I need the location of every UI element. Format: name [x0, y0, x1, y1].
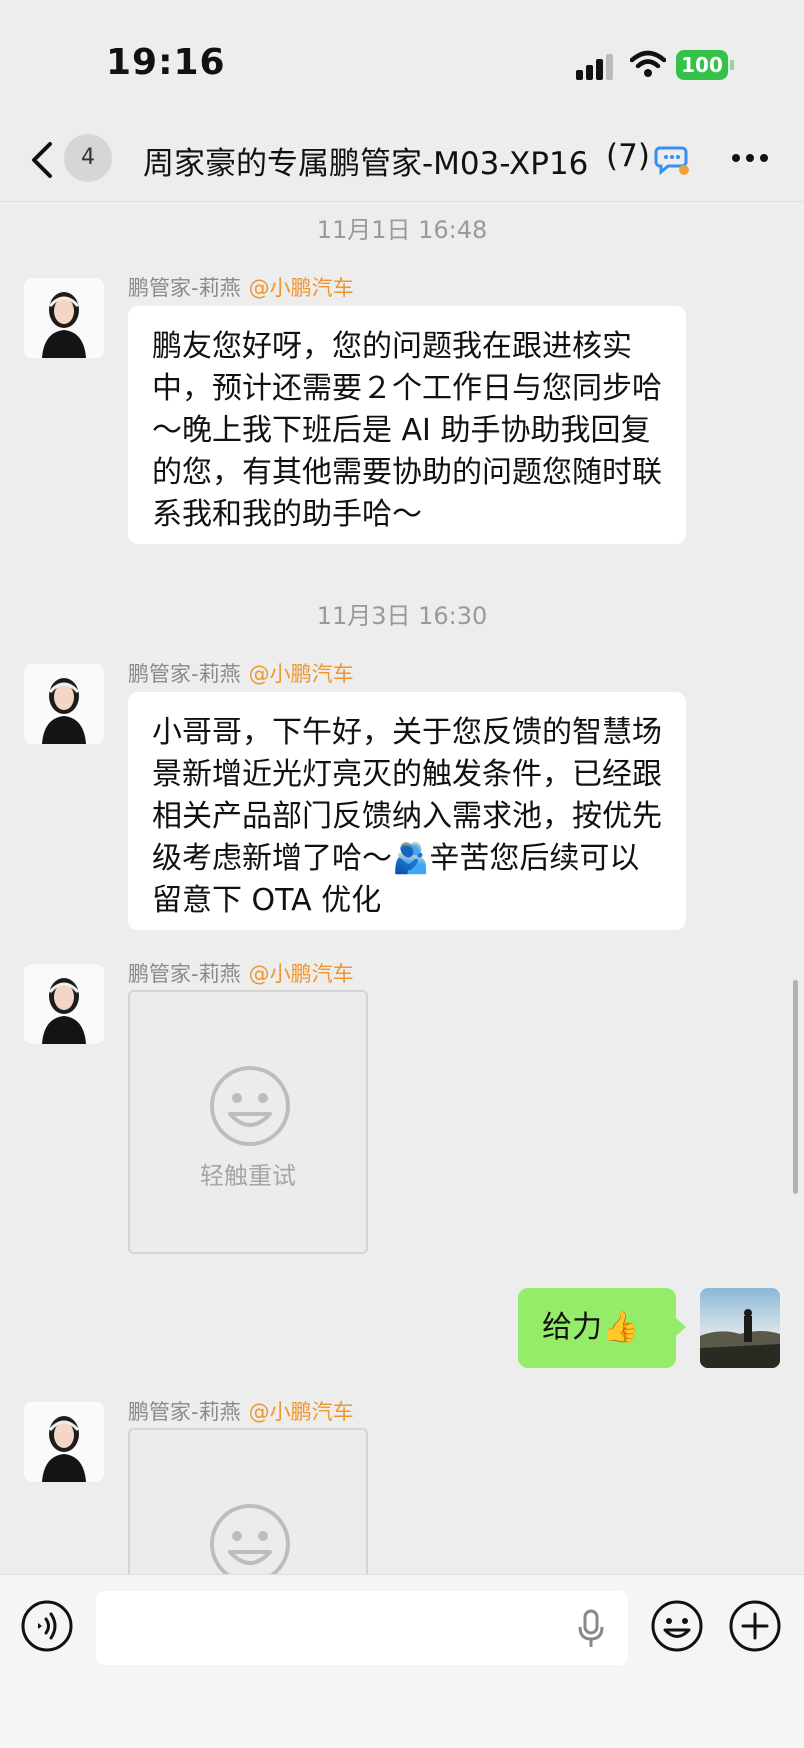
sender-label: 鹏管家-莉燕 @小鹏汽车 [128, 658, 354, 688]
status-time: 19:16 [106, 42, 226, 83]
wifi-icon [630, 50, 666, 77]
avatar[interactable] [24, 1402, 104, 1482]
avatar[interactable] [24, 664, 104, 744]
avatar[interactable] [24, 278, 104, 358]
sender-label: 鹏管家-莉燕 @小鹏汽车 [128, 958, 354, 988]
battery-level: 100 [676, 50, 728, 80]
sender-org: @小鹏汽车 [248, 962, 354, 986]
signal-icon [576, 54, 613, 80]
my-bubble-tail [676, 1318, 686, 1336]
battery-indicator: 100 [676, 50, 734, 80]
unread-count-badge[interactable]: 4 [64, 134, 112, 182]
sender-label: 鹏管家-莉燕 @小鹏汽车 [128, 1396, 354, 1426]
status-bar: 19:16 100 [0, 0, 804, 120]
back-icon[interactable] [28, 138, 56, 182]
sender-name: 鹏管家-莉燕 [128, 962, 241, 986]
sender-org: @小鹏汽车 [248, 662, 354, 686]
sender-name: 鹏管家-莉燕 [128, 276, 241, 300]
my-avatar[interactable] [700, 1288, 780, 1368]
mic-icon[interactable] [576, 1609, 606, 1649]
retry-label: 轻触重试 [200, 1162, 296, 1190]
sender-label: 鹏管家-莉燕 @小鹏汽车 [128, 272, 354, 302]
more-icon[interactable] [730, 152, 770, 164]
scrollbar[interactable] [793, 980, 798, 1194]
avatar[interactable] [24, 964, 104, 1044]
sender-org: @小鹏汽车 [248, 276, 354, 300]
image-retry-placeholder[interactable]: 轻触重试 [128, 990, 368, 1254]
chat-title: 周家豪的专属鹏管家-M03-XP16 [143, 146, 589, 182]
message-input[interactable] [96, 1591, 628, 1665]
timestamp: 11月1日 16:48 [316, 216, 488, 244]
ai-chat-icon[interactable] [654, 140, 692, 178]
timestamp: 11月3日 16:30 [316, 602, 488, 630]
message-bubble[interactable]: 小哥哥，下午好，关于您反馈的智慧场景新增近光灯亮灭的触发条件，已经跟相关产品部门… [128, 692, 686, 930]
chat-screen: 19:16 100 4 周家豪的专属鹏管家-M03-XP16 (7) 11月1日… [0, 0, 804, 1748]
sender-name: 鹏管家-莉燕 [128, 662, 241, 686]
my-message-bubble[interactable]: 给力👍 [518, 1288, 676, 1368]
emoji-icon[interactable] [650, 1599, 704, 1653]
plus-icon[interactable] [728, 1599, 782, 1653]
voice-icon[interactable] [20, 1599, 74, 1653]
input-bar [0, 1574, 804, 1748]
smiley-icon [210, 1066, 290, 1146]
message-bubble[interactable]: 鹏友您好呀，您的问题我在跟进核实中，预计还需要２个工作日与您同步哈～晚上我下班后… [128, 306, 686, 544]
battery-tip [730, 60, 734, 70]
sender-org: @小鹏汽车 [248, 1400, 354, 1424]
member-count: (7) [606, 138, 650, 174]
sender-name: 鹏管家-莉燕 [128, 1400, 241, 1424]
